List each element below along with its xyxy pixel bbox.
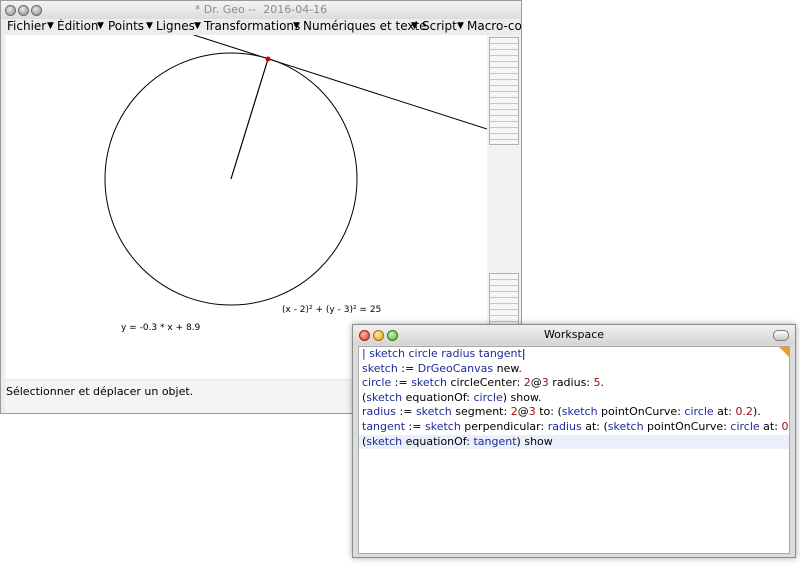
radius-segment[interactable] <box>230 58 269 180</box>
code-identifier: circle <box>684 405 714 419</box>
code-text: perpendicular: <box>460 419 548 433</box>
code-number: 0.2 <box>735 405 753 419</box>
code-identifier: sketch <box>411 376 447 390</box>
code-text: . <box>600 376 605 390</box>
code-identifier: sketch <box>607 419 644 433</box>
code-line[interactable]: circle := sketch circleCenter: 2@3 radiu… <box>359 376 789 391</box>
workspace-editor[interactable]: | sketch circle radius tangent| sketch :=… <box>358 346 790 554</box>
code-text: segment: <box>451 405 511 419</box>
code-text: | <box>521 347 526 360</box>
menu-arrow-icon: ▼ <box>97 21 104 31</box>
menu-arrow-icon: ▼ <box>47 21 54 31</box>
code-text: new. <box>493 361 522 375</box>
menu-macro[interactable]: Macro-cor <box>467 19 521 33</box>
code-text: := <box>391 376 412 390</box>
code-line[interactable]: (sketch equationOf: tangent) show <box>359 434 789 450</box>
code-text: equationOf: <box>402 434 474 448</box>
menu-arrow-icon: ▼ <box>411 21 418 31</box>
code-text: := <box>405 419 425 433</box>
code-identifier: tangent <box>473 434 517 448</box>
code-identifier: circle <box>473 390 503 404</box>
circle-equation-label[interactable]: (x - 2)² + (y - 3)² = 25 <box>282 305 381 315</box>
menu-script[interactable]: Script <box>422 19 457 33</box>
code-text: := <box>397 361 418 375</box>
code-text: to: ( <box>535 405 562 419</box>
code-number: 5 <box>593 376 601 390</box>
point-on-curve[interactable] <box>265 56 271 62</box>
code-identifier: sketch <box>362 361 398 375</box>
code-line[interactable]: radius := sketch segment: 2@3 to: (sketc… <box>359 405 789 420</box>
code-identifier: sketch circle radius tangent <box>369 347 522 360</box>
code-identifier: sketch <box>366 434 403 448</box>
code-text: radius: <box>548 376 594 390</box>
status-text: Sélectionner et déplacer un objet. <box>6 385 194 398</box>
code-text: at: <box>713 405 736 419</box>
menu-points[interactable]: Points <box>108 19 144 33</box>
workspace-titlebar[interactable]: Workspace <box>353 325 795 345</box>
code-number: 2 <box>523 376 531 390</box>
code-text: at: ( <box>581 419 608 433</box>
code-identifier: sketch <box>424 419 461 433</box>
menu-edition[interactable]: Édition <box>57 19 99 33</box>
tangent-line[interactable] <box>193 35 487 130</box>
menu-arrow-icon: ▼ <box>146 21 153 31</box>
code-text: ) show <box>516 434 553 448</box>
code-identifier: sketch <box>415 405 452 419</box>
code-identifier: radius <box>362 405 397 419</box>
collapse-button[interactable] <box>773 330 789 341</box>
tool-scroll-strip-top[interactable] <box>489 37 519 145</box>
code-identifier: sketch <box>561 405 598 419</box>
workspace-window: Workspace | sketch circle radius tangent… <box>352 324 796 558</box>
code-line[interactable]: | sketch circle radius tangent| <box>359 347 789 362</box>
code-line[interactable]: tangent := sketch perpendicular: radius … <box>359 420 789 435</box>
menubar: Fichier ▼ Édition ▼ Points ▼ Lignes ▼ Tr… <box>1 19 521 35</box>
line-equation-label[interactable]: y = -0.3 * x + 8.9 <box>121 323 201 333</box>
code-line[interactable]: sketch := DrGeoCanvas new. <box>359 362 789 377</box>
code-text: at: <box>759 419 782 433</box>
code-number: 2 <box>510 405 518 419</box>
code-number: 0.2 <box>781 419 789 433</box>
menu-arrow-icon: ▼ <box>293 21 300 31</box>
code-text: @ <box>517 405 529 419</box>
code-text: pointOnCurve: <box>643 419 731 433</box>
code-text: ) show. <box>502 390 542 404</box>
code-identifier: radius <box>547 419 582 433</box>
code-identifier: sketch <box>366 390 403 404</box>
menu-numeriques-texte[interactable]: Numériques et texte <box>303 19 427 33</box>
menu-transformations[interactable]: Transformations <box>204 19 300 33</box>
code-identifier: circle <box>362 376 392 390</box>
code-text: := <box>396 405 416 419</box>
code-identifier: circle <box>730 419 760 433</box>
menu-arrow-icon: ▼ <box>194 21 201 31</box>
window-title: * Dr. Geo -- 2016-04-16 <box>194 3 328 16</box>
menu-lignes[interactable]: Lignes <box>156 19 195 33</box>
code-text: equationOf: <box>402 390 474 404</box>
code-text: ). <box>752 405 761 419</box>
code-identifier: tangent <box>362 419 406 433</box>
code-identifier: DrGeoCanvas <box>417 361 494 375</box>
code-text: @ <box>530 376 542 390</box>
menu-arrow-icon: ▼ <box>457 21 464 31</box>
code-number: 3 <box>541 376 549 390</box>
code-editor-lines[interactable]: | sketch circle radius tangent| sketch :=… <box>359 347 789 450</box>
code-text: circleCenter: <box>447 376 524 390</box>
code-line[interactable]: (sketch equationOf: circle) show. <box>359 391 789 406</box>
code-text: pointOnCurve: <box>597 405 685 419</box>
workspace-title: Workspace <box>543 328 605 341</box>
menu-fichier[interactable]: Fichier <box>7 19 46 33</box>
code-number: 3 <box>528 405 536 419</box>
main-titlebar[interactable]: * Dr. Geo -- 2016-04-16 <box>1 1 521 19</box>
